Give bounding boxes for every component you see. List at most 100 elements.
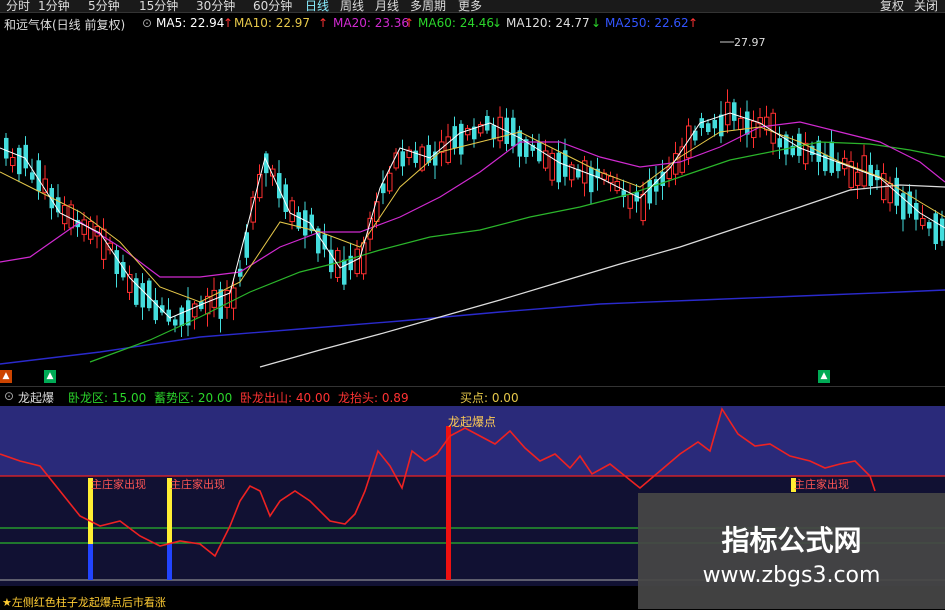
tab-weekly[interactable]: 周线	[340, 0, 364, 14]
candle-body	[361, 242, 367, 275]
ma250-value: MA250: 22.62	[605, 16, 689, 30]
watermark-overlay: 指标公式网 www.zbgs3.com	[638, 493, 945, 609]
maidian-value: 买点: 0.00	[460, 391, 519, 405]
candle-body	[491, 125, 496, 140]
chushan-value: 卧龙出山: 40.00	[240, 391, 331, 405]
ma20-arrow-icon: ↑	[404, 16, 415, 30]
candle-group	[4, 89, 945, 338]
watermark-url: www.zbgs3.com	[702, 563, 881, 588]
tab-multi-period[interactable]: 多周期	[410, 0, 446, 14]
ma10-value: MA10: 22.97	[234, 16, 311, 30]
zhuang-bar-2-blue	[167, 544, 172, 580]
ma5-arrow-icon: ↑	[223, 16, 234, 30]
candle-body	[140, 283, 145, 308]
zhuang-bar-1-blue	[88, 544, 93, 580]
close-button[interactable]: 关闭	[914, 0, 938, 14]
candle-body	[640, 194, 646, 222]
footer-note: ★左侧红色柱子龙起爆点后市看涨	[2, 596, 166, 609]
ma20-value: MA20: 23.36	[333, 16, 410, 30]
indicator-info-bar: ⊙ 龙起爆 卧龙区: 15.00 蓄势区: 20.00 卧龙出山: 40.00 …	[0, 387, 945, 405]
candle-body	[17, 147, 22, 175]
candle-body	[855, 171, 861, 186]
candle-body	[940, 218, 945, 241]
candle-body	[36, 160, 41, 192]
ma60-line	[89, 141, 945, 363]
candle-body	[342, 259, 347, 285]
candle-body	[179, 307, 184, 326]
zhuang-label-3: 主庄家出现	[794, 477, 849, 491]
candle-body	[218, 289, 223, 319]
tab-5min[interactable]: 5分钟	[88, 0, 120, 14]
candle-body	[797, 133, 802, 156]
tab-15min[interactable]: 15分钟	[139, 0, 178, 14]
wolong-value: 卧龙区: 15.00	[68, 391, 147, 405]
candle-body	[770, 112, 776, 144]
candle-body	[23, 144, 28, 169]
tab-fenshi[interactable]: 分时	[6, 0, 30, 14]
ma120-arrow-icon: ↓	[591, 16, 602, 30]
xushi-value: 蓄势区: 20.00	[154, 391, 233, 405]
candle-body	[777, 138, 782, 148]
tab-30min[interactable]: 30分钟	[196, 0, 235, 14]
candle-body	[803, 142, 809, 165]
fuquan-button[interactable]: 复权	[880, 0, 904, 14]
candle-body	[303, 210, 308, 236]
watermark-title: 指标公式网	[721, 524, 862, 557]
candle-body	[459, 123, 464, 155]
zhuang-label-1: 主庄家出现	[91, 477, 146, 491]
tab-daily[interactable]: 日线	[305, 0, 329, 14]
candle-body	[192, 303, 198, 318]
high-marker-label: 27.97	[734, 36, 766, 49]
candle-body	[387, 172, 393, 192]
settings-icon[interactable]: ⊙	[142, 16, 152, 30]
candle-body	[608, 175, 614, 184]
candle-body	[354, 248, 360, 275]
candle-body	[147, 280, 152, 309]
candle-body	[920, 218, 926, 226]
tab-more[interactable]: 更多	[458, 0, 482, 14]
candle-body	[537, 142, 542, 162]
ma250-arrow-icon: ↑	[688, 16, 699, 30]
ma60-arrow-icon: ↓	[492, 16, 503, 30]
left-badge: ▲	[0, 370, 12, 383]
candlestick-chart[interactable]: 27.97	[0, 32, 945, 372]
candle-body	[173, 319, 178, 326]
candle-body	[647, 179, 652, 204]
tab-1min[interactable]: 1分钟	[38, 0, 70, 14]
ma120-line	[259, 184, 945, 368]
candle-body	[745, 111, 750, 135]
ma60-value: MA60: 24.46	[418, 16, 495, 30]
candle-body	[927, 222, 932, 229]
candle-body	[589, 167, 594, 193]
tab-monthly[interactable]: 月线	[375, 0, 399, 14]
candle-body	[81, 219, 87, 235]
indicator-name: 龙起爆	[18, 391, 55, 405]
stock-title: 和远气体(日线 前复权)	[4, 18, 126, 32]
candle-body	[30, 172, 35, 180]
candle-body	[933, 213, 938, 245]
ma120-value: MA120: 24.77	[506, 16, 590, 30]
ma10-arrow-icon: ↑	[318, 16, 329, 30]
candle-body	[511, 117, 516, 147]
candle-body	[556, 152, 561, 183]
baodian-label: 龙起爆点	[448, 415, 496, 429]
candle-body	[719, 114, 724, 137]
taitou-value: 龙抬头: 0.89	[338, 391, 409, 405]
right-green-badge: ▲	[818, 370, 830, 383]
candle-body	[738, 117, 744, 130]
candle-body	[706, 123, 711, 132]
baodian-bar	[446, 426, 451, 580]
candle-body	[732, 102, 737, 121]
candle-body	[712, 119, 717, 129]
indicator-menu-icon[interactable]: ⊙	[4, 389, 14, 403]
period-toolbar: 分时 1分钟 5分钟 15分钟 30分钟 60分钟 日线 周线 月线 多周期 更…	[0, 0, 945, 13]
candle-body	[679, 146, 685, 173]
candle-body	[101, 228, 107, 260]
candle-body	[114, 250, 119, 274]
candle-body	[10, 156, 16, 167]
candle-body	[231, 287, 237, 309]
ma5-value: MA5: 22.94	[156, 16, 225, 30]
left-green-badge: ▲	[44, 370, 56, 383]
candle-body	[289, 200, 295, 223]
tab-60min[interactable]: 60分钟	[253, 0, 292, 14]
